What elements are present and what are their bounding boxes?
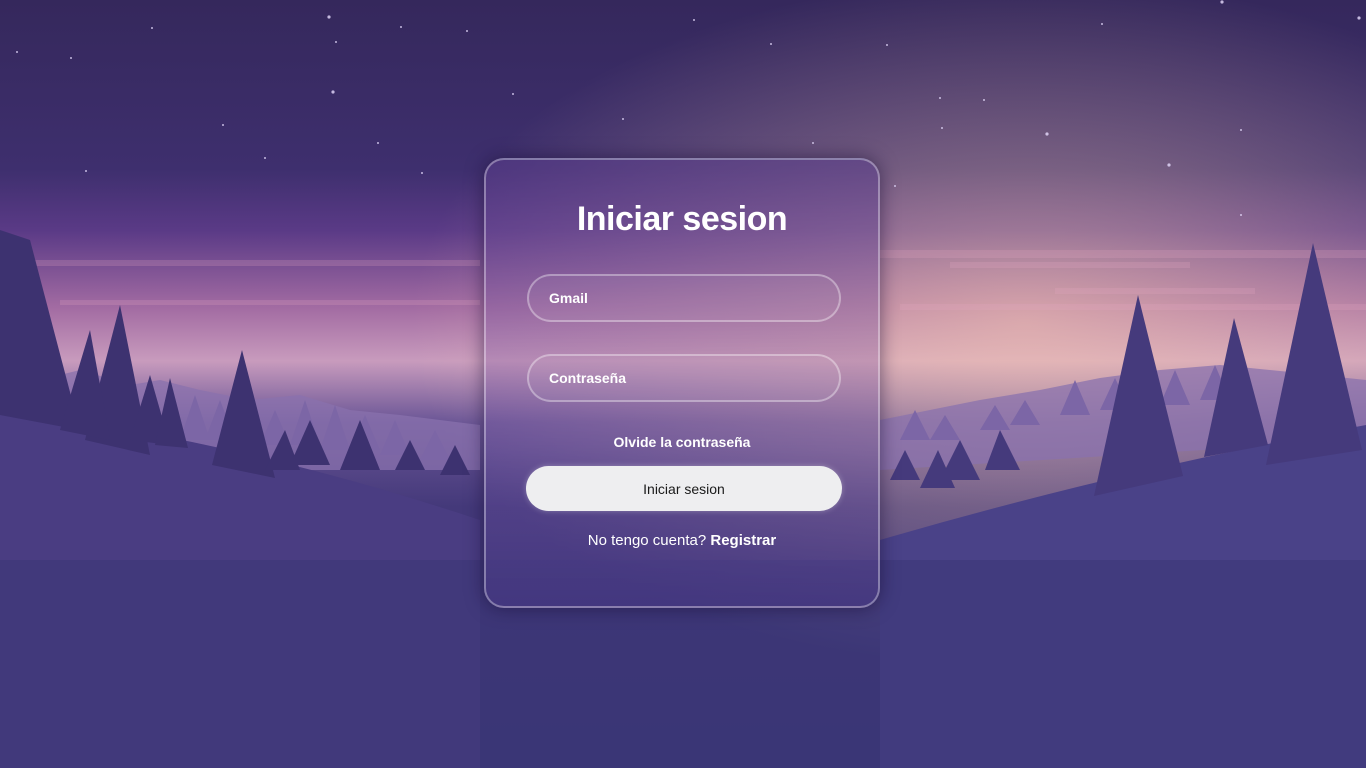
register-prompt: No tengo cuenta? Registrar — [486, 532, 878, 549]
forgot-password-link[interactable]: Olvide la contraseña — [486, 434, 878, 450]
register-link[interactable]: Registrar — [710, 532, 776, 549]
login-card: Iniciar sesion Olvide la contraseña Inic… — [484, 158, 880, 608]
email-field[interactable] — [527, 274, 841, 322]
no-account-text: No tengo cuenta? — [587, 532, 707, 549]
password-field[interactable] — [527, 354, 841, 402]
login-title: Iniciar sesion — [576, 200, 788, 238]
login-page: Iniciar sesion Olvide la contraseña Inic… — [0, 0, 1366, 768]
login-button[interactable]: Iniciar sesion — [526, 466, 842, 511]
